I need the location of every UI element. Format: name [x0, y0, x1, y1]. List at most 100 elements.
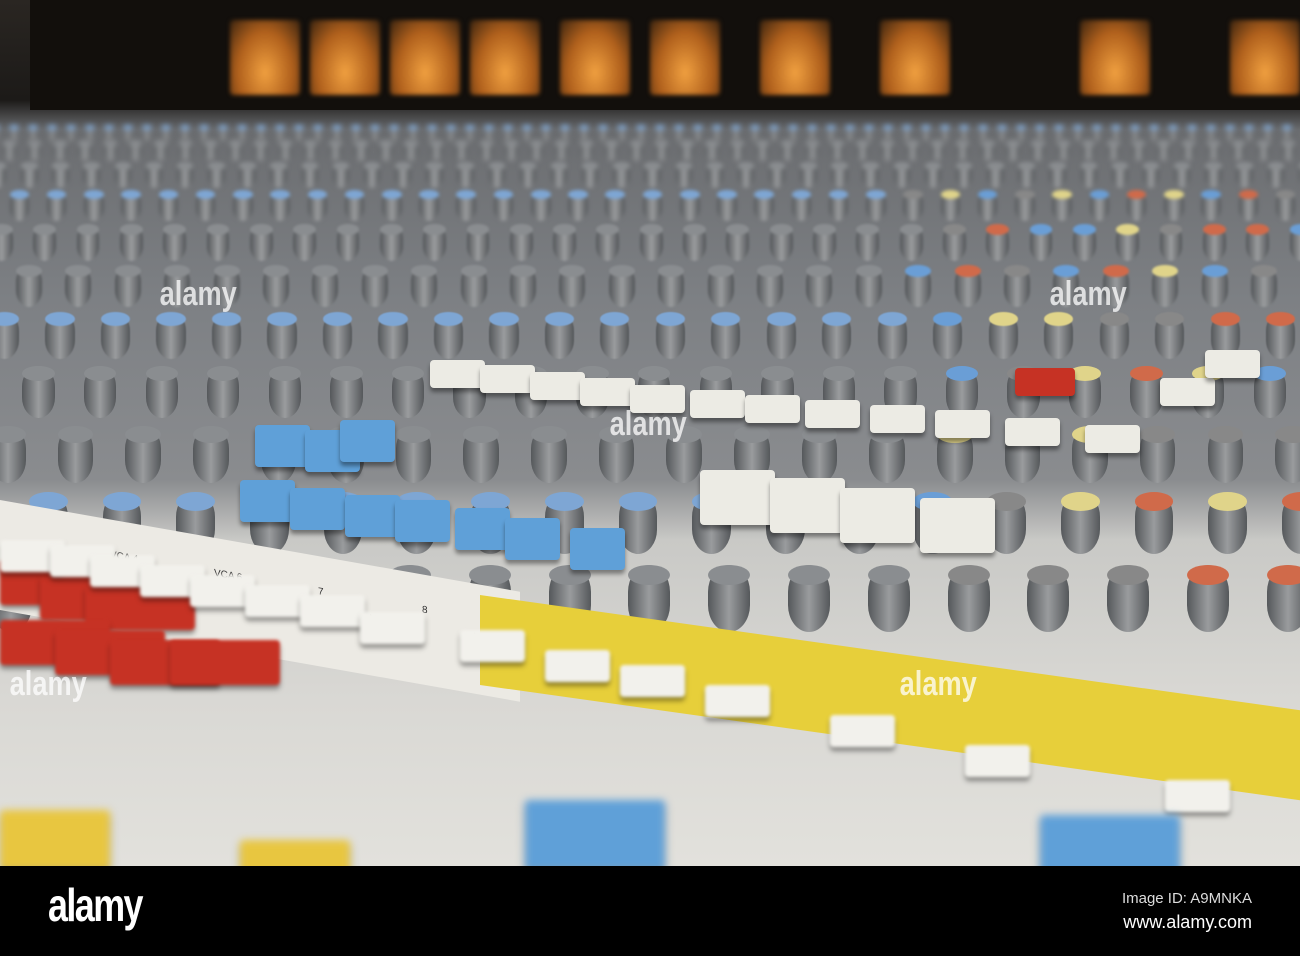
knob[interactable] — [737, 161, 755, 189]
knob[interactable] — [128, 140, 142, 162]
knob[interactable] — [550, 161, 568, 189]
knob[interactable] — [228, 140, 243, 162]
knob[interactable] — [940, 189, 961, 222]
knob[interactable] — [1131, 140, 1146, 162]
blue-fader[interactable] — [345, 495, 400, 537]
knob[interactable] — [1126, 189, 1147, 222]
mute-button[interactable] — [300, 595, 365, 627]
white-fader[interactable] — [1005, 418, 1060, 446]
knob[interactable] — [605, 140, 619, 162]
knob[interactable] — [605, 189, 626, 222]
website-link[interactable]: www.alamy.com — [1123, 912, 1252, 933]
knob[interactable] — [370, 125, 380, 141]
knob[interactable] — [608, 265, 635, 307]
knob[interactable] — [899, 224, 923, 261]
knob[interactable] — [275, 125, 285, 141]
knob[interactable] — [883, 125, 893, 141]
knob[interactable] — [123, 125, 133, 141]
knob[interactable] — [344, 189, 365, 222]
knob[interactable] — [268, 365, 302, 418]
knob[interactable] — [114, 265, 141, 307]
knob[interactable] — [959, 125, 969, 141]
knob[interactable] — [176, 161, 194, 189]
knob[interactable] — [504, 140, 519, 162]
knob[interactable] — [322, 312, 353, 359]
knob[interactable] — [717, 189, 737, 222]
knob[interactable] — [21, 161, 38, 189]
knob[interactable] — [493, 189, 514, 222]
knob[interactable] — [1149, 125, 1159, 141]
knob[interactable] — [100, 312, 131, 359]
knob[interactable] — [766, 312, 797, 359]
knob[interactable] — [1130, 125, 1140, 141]
knob[interactable] — [395, 161, 412, 189]
knob[interactable] — [0, 224, 13, 261]
knob[interactable] — [1201, 265, 1228, 307]
knob[interactable] — [1201, 189, 1221, 222]
knob[interactable] — [158, 189, 179, 222]
knob[interactable] — [267, 312, 297, 359]
mute-button[interactable] — [1165, 780, 1230, 812]
knob[interactable] — [379, 224, 403, 261]
knob[interactable] — [679, 189, 700, 222]
white-fader[interactable] — [920, 498, 995, 553]
blue-fader[interactable] — [570, 528, 625, 570]
knob[interactable] — [307, 189, 328, 222]
knob[interactable] — [1282, 492, 1300, 555]
knob[interactable] — [1004, 265, 1030, 307]
knob[interactable] — [1289, 224, 1300, 261]
knob[interactable] — [9, 125, 19, 141]
knob[interactable] — [529, 140, 544, 162]
knob[interactable] — [479, 140, 494, 162]
knob[interactable] — [78, 140, 92, 162]
knob[interactable] — [869, 425, 905, 483]
knob[interactable] — [855, 140, 870, 162]
mute-button[interactable] — [620, 665, 685, 697]
knob[interactable] — [28, 125, 38, 141]
knob[interactable] — [142, 125, 152, 141]
knob[interactable] — [1029, 224, 1053, 261]
knob[interactable] — [943, 224, 966, 261]
knob[interactable] — [0, 312, 20, 359]
knob[interactable] — [218, 125, 228, 141]
knob[interactable] — [1142, 161, 1160, 189]
knob[interactable] — [1174, 161, 1191, 189]
knob[interactable] — [45, 312, 75, 359]
knob[interactable] — [780, 140, 795, 162]
knob[interactable] — [145, 365, 179, 418]
knob[interactable] — [1275, 189, 1296, 222]
knob[interactable] — [1116, 224, 1140, 261]
knob[interactable] — [674, 125, 684, 141]
knob[interactable] — [805, 140, 820, 162]
knob[interactable] — [940, 125, 950, 141]
knob[interactable] — [750, 125, 760, 141]
knob[interactable] — [877, 312, 908, 359]
knob[interactable] — [465, 125, 475, 141]
knob[interactable] — [446, 125, 456, 141]
knob[interactable] — [3, 140, 17, 162]
knob[interactable] — [379, 140, 393, 162]
knob[interactable] — [239, 161, 257, 189]
knob[interactable] — [1263, 125, 1273, 141]
red-button[interactable] — [1015, 368, 1075, 396]
white-fader[interactable] — [1160, 378, 1215, 406]
knob[interactable] — [598, 125, 608, 141]
knob[interactable] — [1111, 161, 1129, 189]
knob[interactable] — [237, 125, 247, 141]
knob[interactable] — [22, 365, 56, 418]
knob[interactable] — [1275, 425, 1300, 483]
blue-fader[interactable] — [395, 500, 450, 542]
yellow-fader[interactable] — [240, 840, 350, 866]
knob[interactable] — [826, 125, 836, 141]
white-fader[interactable] — [745, 395, 800, 423]
knob[interactable] — [419, 189, 439, 222]
knob[interactable] — [1251, 265, 1277, 307]
knob[interactable] — [119, 224, 143, 261]
knob[interactable] — [1232, 140, 1246, 162]
knob[interactable] — [830, 140, 845, 162]
knob[interactable] — [978, 125, 988, 141]
knob[interactable] — [0, 161, 7, 189]
knob[interactable] — [881, 140, 895, 162]
knob[interactable] — [1152, 265, 1179, 307]
knob[interactable] — [579, 125, 589, 141]
